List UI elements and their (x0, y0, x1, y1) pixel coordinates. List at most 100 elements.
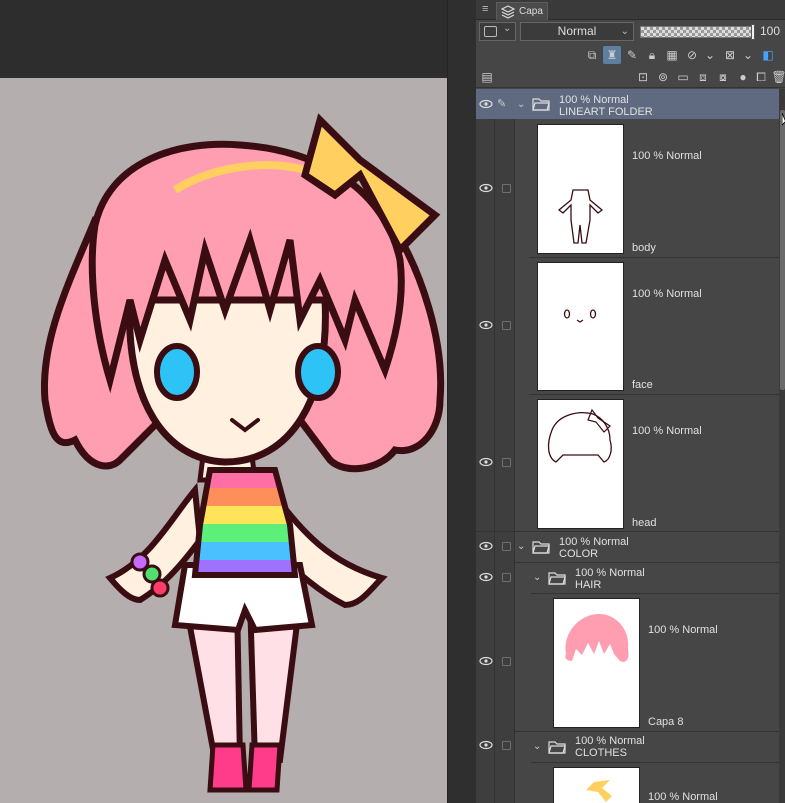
chevron-down-icon[interactable]: ⌄ (533, 741, 545, 753)
pen-icon: ✎ (497, 98, 507, 110)
tab-label: Capa (519, 6, 543, 17)
layer-lock-checkbox[interactable] (502, 657, 511, 666)
face-thumbnail-art (563, 309, 597, 323)
folder-icon (532, 98, 550, 111)
layer-row-hair-folder[interactable]: ⌄ 100 % Normal HAIR (476, 563, 779, 593)
layer-row-lineart-folder[interactable]: ✎ ⌄ 100 % Normal LINEART FOLDER (476, 89, 779, 119)
panel-header: ≡ Capa (476, 0, 785, 20)
draft-layer-icon[interactable]: ✎ (623, 46, 641, 64)
layer-thumbnail (553, 767, 640, 803)
chevron-down-icon[interactable]: ⌄ (701, 46, 719, 64)
panel-menu-icon[interactable]: ≡ (482, 3, 488, 15)
opacity-slider[interactable] (640, 24, 755, 40)
layer-mode: Normal (593, 94, 629, 106)
layer-thumbnail (537, 399, 624, 529)
eye-icon[interactable] (479, 183, 493, 193)
chevron-down-icon[interactable]: ⌄ (517, 541, 529, 553)
delete-icon[interactable]: 🗑︎ (770, 68, 785, 86)
tab-layers[interactable]: Capa (496, 2, 548, 20)
layer-row-head[interactable]: 100 % Normal head (476, 395, 779, 532)
layer-thumbnail (537, 262, 624, 391)
layer-row-body[interactable]: 100 % Normal body (476, 120, 779, 257)
layer-color-icon (484, 26, 497, 37)
mask-add-icon[interactable]: ● (734, 68, 752, 86)
blend-row: ⌄ Normal ⌄ 100 (476, 20, 785, 44)
layer-tools-row: ⧉ ♜ ✎ 🔒︎ ▦ ⊘ ⌄ ⊠ ⌄ ◧ (476, 44, 785, 66)
left-shoe (207, 742, 249, 793)
layer-info: 100 % Normal (575, 735, 645, 747)
layer-info: 100 % Normal (632, 150, 702, 162)
eye-icon[interactable] (479, 320, 493, 330)
clip-icon[interactable]: ⧉ (583, 46, 601, 64)
chevron-down-icon[interactable]: ⌄ (739, 46, 757, 64)
eye-icon[interactable] (479, 656, 493, 666)
layer-name: LINEART FOLDER (559, 106, 653, 118)
layer-name: Capa 8 (648, 716, 684, 728)
scrollbar-thumb[interactable] (780, 110, 785, 390)
layer-row-bow[interactable]: 100 % Normal (476, 763, 779, 803)
layer-opacity: 100 % (559, 94, 591, 106)
eye-icon[interactable] (479, 457, 493, 467)
body-thumbnail-art (557, 189, 604, 244)
duplicate-icon[interactable]: ⧠ (752, 68, 770, 86)
new-vector-layer-icon[interactable]: ⊚ (654, 68, 672, 86)
right-shoe (246, 742, 283, 793)
layer-lock-checkbox[interactable] (502, 542, 511, 551)
chevron-down-icon[interactable]: ⌄ (517, 99, 529, 111)
folder-icon (532, 541, 550, 554)
mask-icon[interactable]: ⊘ (683, 46, 701, 64)
chevron-down-icon[interactable]: ⌄ (533, 572, 545, 584)
character-illustration (40, 113, 445, 793)
layer-lock-checkbox[interactable] (502, 573, 511, 582)
new-raster-layer-icon[interactable]: ⊡ (634, 68, 652, 86)
blend-mode-value: Normal (557, 24, 597, 38)
layer-name: CLOTHES (575, 747, 627, 759)
layer-row-face[interactable]: 100 % Normal face (476, 258, 779, 394)
merge-layer-icon[interactable]: ⧇ (714, 68, 732, 86)
transfer-down-icon[interactable]: ⧈ (694, 68, 712, 86)
folder-icon (548, 572, 566, 585)
panel-divider[interactable] (447, 0, 476, 803)
eye-icon[interactable] (479, 572, 493, 582)
opacity-value[interactable]: 100 (760, 24, 780, 38)
eye-icon[interactable] (479, 740, 493, 750)
layer-row-capa-8[interactable]: 100 % Normal Capa 8 (476, 594, 779, 731)
layer-lock-checkbox[interactable] (502, 184, 511, 193)
eye-icon[interactable] (479, 99, 493, 109)
right-eye (295, 343, 341, 401)
layer-name: COLOR (559, 548, 599, 560)
blend-mode-select[interactable]: Normal ⌄ (520, 22, 634, 41)
ruler-icon[interactable]: ⊠ (721, 46, 739, 64)
new-folder-icon[interactable]: ▭ (674, 68, 692, 86)
opacity-slider-thumb[interactable] (751, 24, 755, 40)
chevron-down-icon: ⌄ (503, 23, 512, 34)
panel-options-icon[interactable]: ▤ (478, 68, 496, 86)
layer-color-dropdown[interactable]: ⌄ (479, 22, 516, 41)
layer-name: body (632, 242, 656, 254)
layer-name: head (632, 517, 657, 529)
layer-info: 100 % Normal (632, 288, 702, 300)
layer-row-color-folder[interactable]: ⌄ 100 % Normal COLOR (476, 532, 779, 562)
layer-actions-row: ▤ ⊡ ⊚ ▭ ⧈ ⧇ ● ⧠ 🗑︎ (476, 66, 785, 88)
layer-panel: ≡ Capa ⌄ Normal ⌄ 100 ⧉ ♜ ✎ 🔒︎ ▦ ⊘ ⌄ ⊠ ⌄… (476, 0, 785, 803)
lock-transparency-icon[interactable]: ▦ (663, 46, 681, 64)
rainbow-top (191, 467, 299, 578)
layer-lock-checkbox[interactable] (502, 321, 511, 330)
layer-info: 100 % Normal (575, 567, 645, 579)
bow-thumbnail-art (586, 780, 612, 802)
reference-layer-icon[interactable]: ♜ (603, 46, 621, 64)
chevron-down-icon: ⌄ (620, 26, 629, 37)
head-thumbnail-art (547, 408, 612, 463)
layer-info: 100 % Normal (559, 536, 629, 548)
layer-color-icon[interactable]: ◧ (759, 46, 777, 64)
layer-lock-checkbox[interactable] (502, 458, 511, 467)
eye-icon[interactable] (479, 541, 493, 551)
layer-lock-checkbox[interactable] (502, 741, 511, 750)
lock-icon[interactable]: 🔒︎ (643, 46, 661, 64)
layer-info: 100 % Normal (632, 425, 702, 437)
canvas-top-bar (0, 0, 447, 78)
drawing-canvas[interactable] (0, 78, 447, 803)
layer-row-clothes-folder[interactable]: ⌄ 100 % Normal CLOTHES (476, 732, 779, 762)
layer-thumbnail (537, 124, 624, 254)
app-window: ≡ Capa ⌄ Normal ⌄ 100 ⧉ ♜ ✎ 🔒︎ ▦ ⊘ ⌄ ⊠ ⌄… (0, 0, 785, 803)
